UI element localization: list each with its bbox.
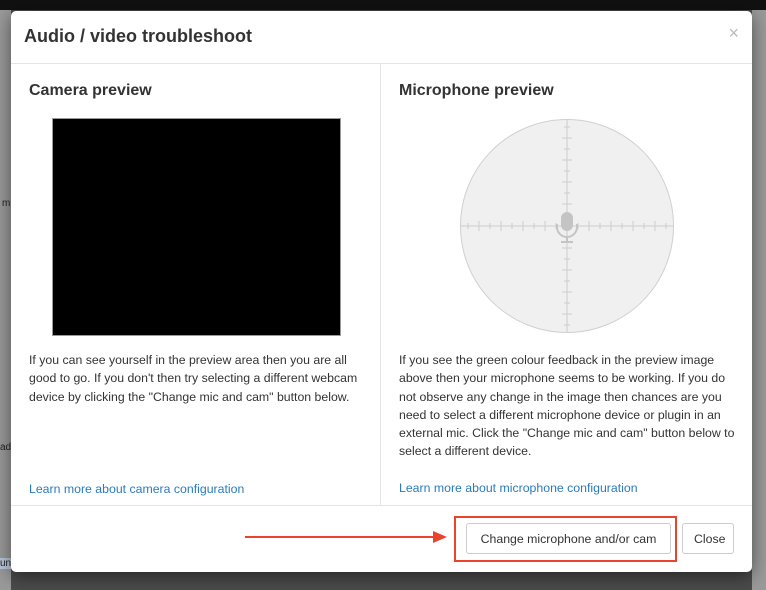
microphone-config-link[interactable]: Learn more about microphone configuratio… [399,481,638,495]
background-page-left [0,10,11,590]
change-mic-cam-button[interactable]: Change microphone and/or cam [466,523,671,554]
camera-heading: Camera preview [29,82,152,99]
camera-preview [52,118,341,336]
close-icon[interactable]: × [728,24,739,42]
background-fragment: m [2,198,11,209]
microphone-heading: Microphone preview [399,82,554,99]
close-button[interactable]: Close [682,523,734,554]
background-page-right [752,10,766,590]
background-fragment: un [0,558,12,569]
app-topbar [0,0,766,10]
troubleshoot-dialog: Audio / video troubleshoot × Camera prev… [11,11,752,572]
background-fragment: ad [0,442,12,453]
dialog-header: Audio / video troubleshoot × [11,11,752,64]
microphone-preview [460,119,674,333]
camera-description: If you can see yourself in the preview a… [29,353,358,404]
camera-section: Camera preview If you can see yourself i… [11,64,381,505]
microphone-description: If you see the green colour feedback in … [399,353,735,459]
camera-config-link[interactable]: Learn more about camera configuration [29,482,244,496]
dialog-title: Audio / video troubleshoot [24,26,252,46]
microphone-section: Microphone preview If you see the green … [381,64,752,505]
arrow-annotation-icon [245,531,447,543]
dialog-footer: Change microphone and/or cam Close [11,505,752,572]
